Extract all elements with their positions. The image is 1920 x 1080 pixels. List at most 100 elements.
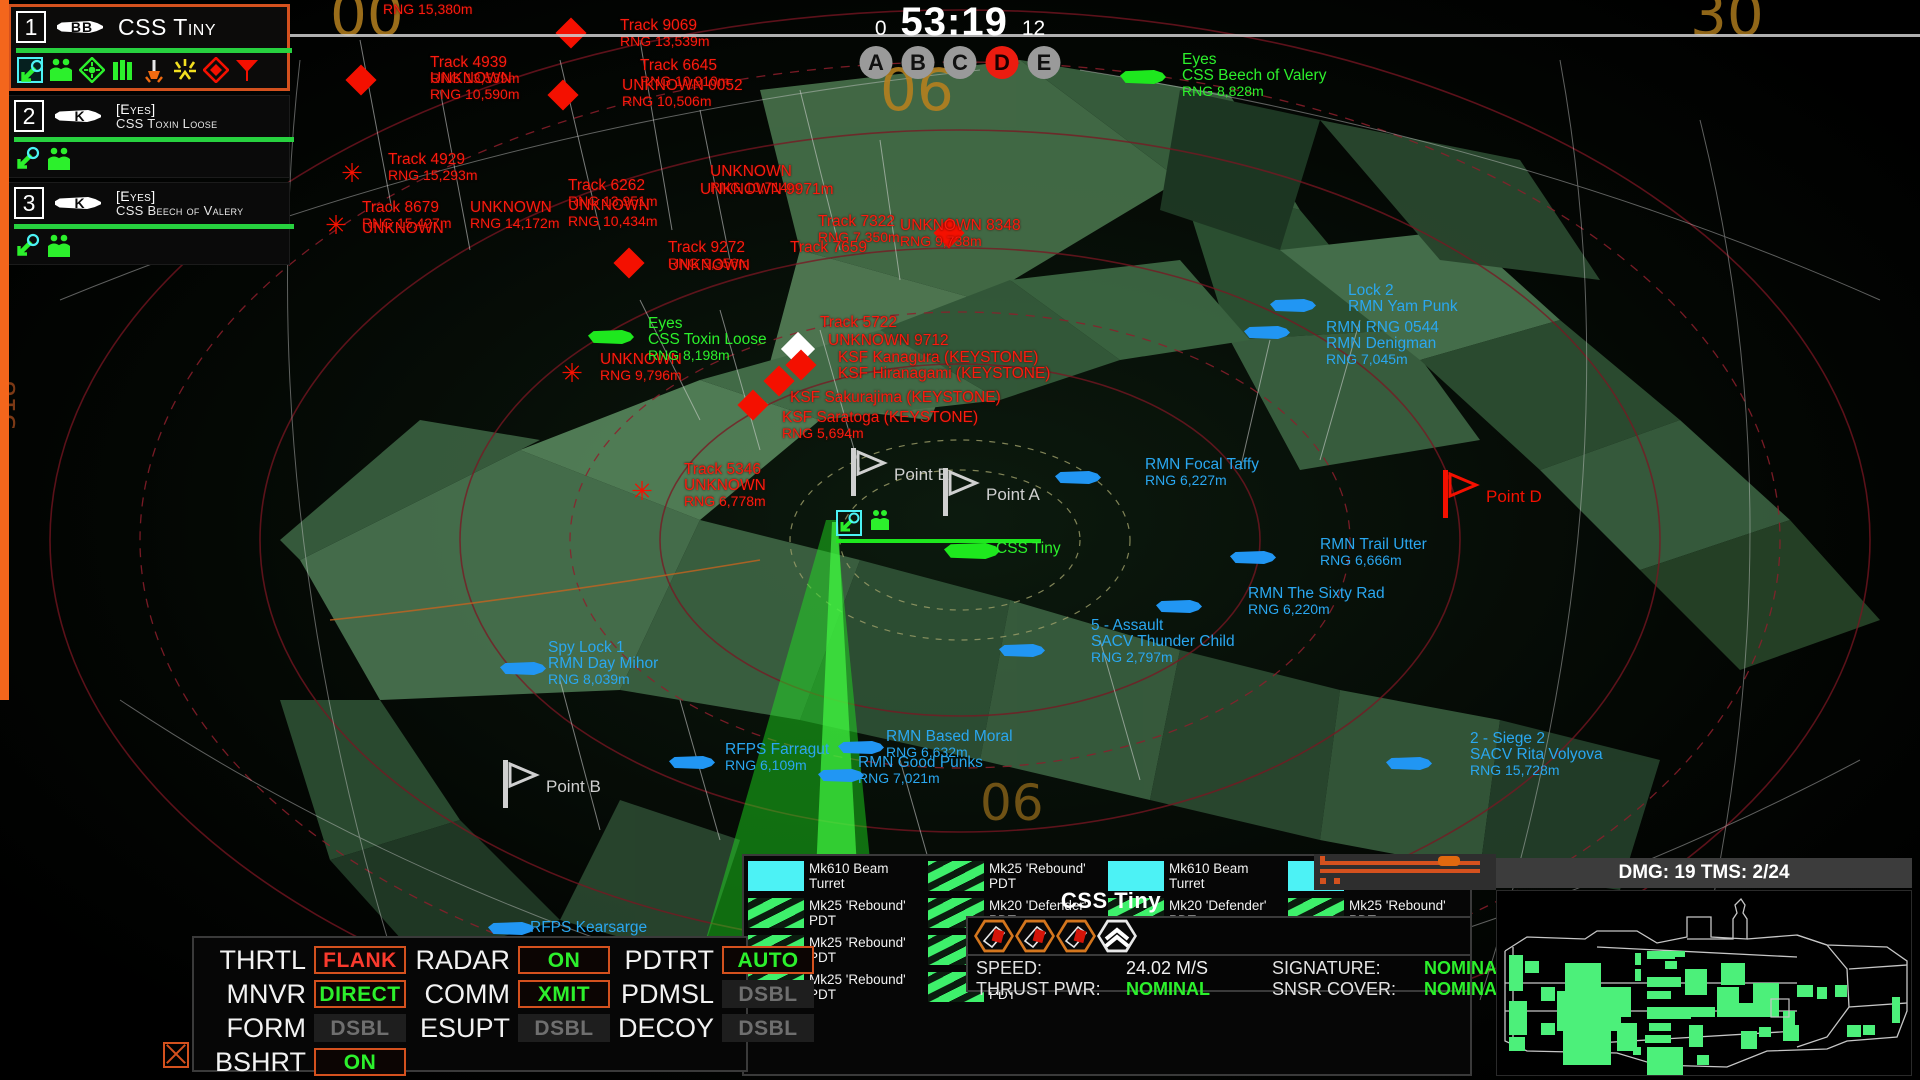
boost-module[interactable] xyxy=(1097,919,1137,953)
roster-index-3: 3 xyxy=(14,187,44,219)
control-key: FORM xyxy=(202,1013,314,1044)
ship-control-board: THRTLFLANKRADARONPDTRTAUTOMNVRDIRECTCOMM… xyxy=(192,936,748,1072)
weapon-subtype: Turret xyxy=(809,876,889,891)
control-value-button[interactable]: DSBL xyxy=(518,1014,610,1042)
sensor-icon xyxy=(15,146,41,172)
control-value-button[interactable]: ON xyxy=(518,946,610,974)
roster-card-2[interactable]: 2K [Eyes]CSS Toxin Loose xyxy=(8,95,290,178)
engine-icon xyxy=(141,57,167,83)
capture-point-e[interactable]: E xyxy=(1028,46,1061,79)
ammo-icon xyxy=(110,57,136,83)
flag-icon xyxy=(940,468,980,521)
weapon-status-swatch xyxy=(928,861,984,891)
svg-text:30: 30 xyxy=(1690,0,1764,49)
roster-card-1[interactable]: 1 BB CSS Tiny xyxy=(8,4,290,91)
control-mnvr: MNVRDIRECT xyxy=(202,979,406,1010)
ship-schematic xyxy=(1496,890,1912,1076)
flag-label: Point A xyxy=(986,485,1040,505)
ship-status-grid: SPEED:24.02 M/SSIGNATURE:NOMINALTHRUST P… xyxy=(968,956,1470,999)
damaged-module[interactable] xyxy=(974,919,1014,953)
control-key: ESUPT xyxy=(406,1013,518,1044)
status-label: SIGNATURE: xyxy=(1272,958,1424,978)
ship-silhouette-icon: K xyxy=(51,105,109,127)
weapon-status-swatch xyxy=(748,898,804,928)
roster-status-icons xyxy=(9,142,289,177)
control-value-button[interactable]: FLANK xyxy=(314,946,406,974)
weapon-item[interactable]: Mk610 BeamTurret xyxy=(748,861,926,895)
capture-point-a[interactable]: A xyxy=(860,46,893,79)
antenna-icon xyxy=(234,57,260,83)
objective-flag[interactable]: Point D xyxy=(1440,470,1542,523)
weapon-text: Mk25 'Rebound'PDT xyxy=(809,898,906,928)
control-value-button[interactable]: XMIT xyxy=(518,980,610,1008)
hull-class-code: K xyxy=(51,192,109,214)
roster-card-3[interactable]: 3K[Eyes]CSS Beech of Valery xyxy=(8,182,290,265)
roster-index-2: 2 xyxy=(14,100,44,132)
weapon-text: Mk610 BeamTurret xyxy=(1169,861,1249,891)
weapon-name: Mk25 'Rebound' xyxy=(809,935,906,950)
control-key: PDTRT xyxy=(610,945,722,976)
damaged-module[interactable] xyxy=(1056,919,1096,953)
control-thrtl: THRTLFLANK xyxy=(202,945,406,976)
svg-text:06: 06 xyxy=(980,774,1044,832)
flag-label: Point D xyxy=(1486,487,1542,507)
weapon-name: Mk25 'Rebound' xyxy=(809,898,906,913)
control-value-button[interactable]: DSBL xyxy=(314,1014,406,1042)
weapon-name: Mk25 'Rebound' xyxy=(989,861,1086,876)
control-pdmsl: PDMSLDSBL xyxy=(610,979,814,1010)
hull-class-code: BB xyxy=(53,16,111,38)
weapon-subtype: PDT xyxy=(809,950,906,965)
left-accent-strip xyxy=(0,0,9,700)
control-key: RADAR xyxy=(406,945,518,976)
weapon-item[interactable]: Mk25 'Rebound'PDT xyxy=(748,898,926,932)
control-row: BSHRTON xyxy=(202,1045,736,1079)
control-value-button[interactable]: AUTO xyxy=(722,946,814,974)
capture-point-c[interactable]: C xyxy=(944,46,977,79)
control-row: FORMDSBLESUPTDSBLDECOYDSBL xyxy=(202,1011,736,1045)
status-value: 24.02 M/S xyxy=(1126,958,1272,978)
hull-class-code: K xyxy=(51,105,109,127)
weapon-text: Mk25 'Rebound'PDT xyxy=(809,935,906,965)
capture-point-b[interactable]: B xyxy=(902,46,935,79)
status-label: THRUST PWR: xyxy=(976,979,1126,999)
status-label: SNSR COVER: xyxy=(1272,979,1424,999)
weapon-subtype: PDT xyxy=(809,987,906,1002)
flag-icon xyxy=(848,448,888,501)
control-row: MNVRDIRECTCOMMXMITPDMSLDSBL xyxy=(202,977,736,1011)
svg-text:00: 00 xyxy=(330,0,404,49)
control-key: THRTL xyxy=(202,945,314,976)
roster-ship-name: CSS Toxin Loose xyxy=(116,117,284,131)
threat-icon xyxy=(203,57,229,83)
control-decoy: DECOYDSBL xyxy=(610,1013,814,1044)
control-key: PDMSL xyxy=(610,979,722,1010)
ship-status-panel: SPEED:24.02 M/SSIGNATURE:NOMINALTHRUST P… xyxy=(966,916,1472,992)
capture-point-d[interactable]: D xyxy=(986,46,1019,79)
weapon-text: Mk610 BeamTurret xyxy=(809,861,889,891)
sensor-icon xyxy=(17,57,43,83)
roster-status-icons xyxy=(11,53,287,88)
status-label: SPEED: xyxy=(976,958,1126,978)
weapon-name: Mk610 Beam xyxy=(809,861,889,876)
control-value-button[interactable]: DSBL xyxy=(722,1014,814,1042)
crew-icon xyxy=(48,57,74,83)
sensor-icon xyxy=(15,233,41,259)
control-row: THRTLFLANKRADARONPDTRTAUTO xyxy=(202,943,736,977)
roster-index-1: 1 xyxy=(16,11,46,43)
control-comm: COMMXMIT xyxy=(406,979,610,1010)
control-value-button[interactable]: DIRECT xyxy=(314,980,406,1008)
roster-ship-name: CSS Tiny xyxy=(118,15,282,39)
objective-flag[interactable]: Point A xyxy=(940,468,1040,521)
crew-icon xyxy=(46,233,72,259)
hull-integrity-mini xyxy=(1314,854,1496,890)
objective-flag[interactable]: Point B xyxy=(500,760,601,813)
damage-counter: DMG: 19 TMS: 2/24 xyxy=(1496,858,1912,888)
damaged-module[interactable] xyxy=(1015,919,1055,953)
control-value-button[interactable]: ON xyxy=(314,1048,406,1076)
weapon-name: Mk25 'Rebound' xyxy=(1349,898,1446,913)
objective-flag[interactable]: Point E xyxy=(848,448,949,501)
close-panel-button[interactable] xyxy=(163,1042,189,1068)
control-key: MNVR xyxy=(202,979,314,1010)
roster-role-tag: [Eyes] xyxy=(116,102,284,117)
selected-ship-name: CSS Tiny xyxy=(966,888,1256,914)
control-value-button[interactable]: DSBL xyxy=(722,980,814,1008)
